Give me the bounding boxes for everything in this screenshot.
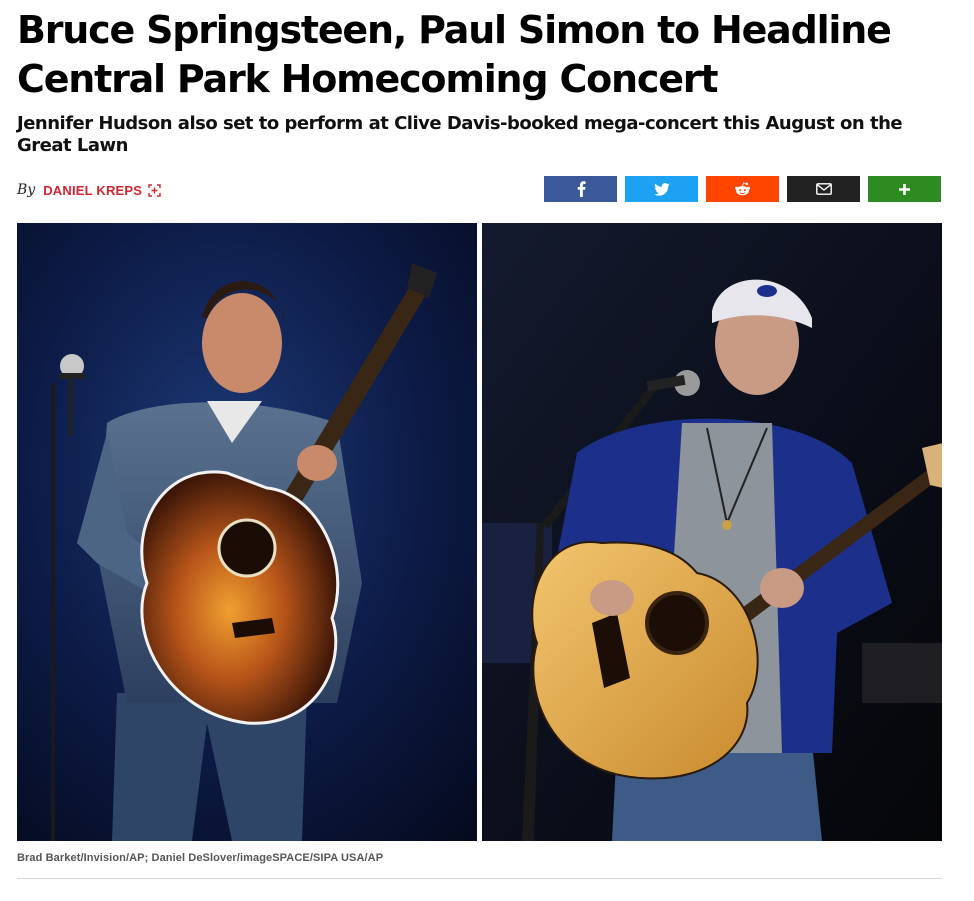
divider <box>17 878 942 879</box>
article-title-line-1: Bruce Springsteen, Paul Simon to Headlin… <box>17 8 892 52</box>
mail-icon <box>815 183 832 195</box>
twitter-icon <box>653 182 670 196</box>
facebook-icon <box>577 181 586 197</box>
facebook-share-button[interactable] <box>544 176 617 202</box>
photo-credit: Brad Barket/Invision/AP; Daniel DeSlover… <box>17 852 384 864</box>
share-bar <box>544 176 941 202</box>
byline: By DANIEL KREPS <box>17 180 161 200</box>
email-share-button[interactable] <box>787 176 860 202</box>
reddit-share-button[interactable] <box>706 176 779 202</box>
plus-icon <box>899 183 910 195</box>
article-title: Bruce Springsteen, Paul Simon to Headlin… <box>17 6 942 104</box>
more-share-button[interactable] <box>868 176 941 202</box>
author-link[interactable]: DANIEL KREPS <box>43 183 142 198</box>
reddit-icon <box>735 182 750 196</box>
author-follow-icon[interactable] <box>148 183 161 197</box>
article-title-line-2: Central Park Homecoming Concert <box>17 57 718 101</box>
photo-bruce-springsteen <box>17 223 477 841</box>
photo-paul-simon <box>482 223 942 841</box>
byline-prefix: By <box>17 182 36 198</box>
article-subtitle: Jennifer Hudson also set to perform at C… <box>17 113 903 156</box>
twitter-share-button[interactable] <box>625 176 698 202</box>
hero-images <box>17 223 942 841</box>
